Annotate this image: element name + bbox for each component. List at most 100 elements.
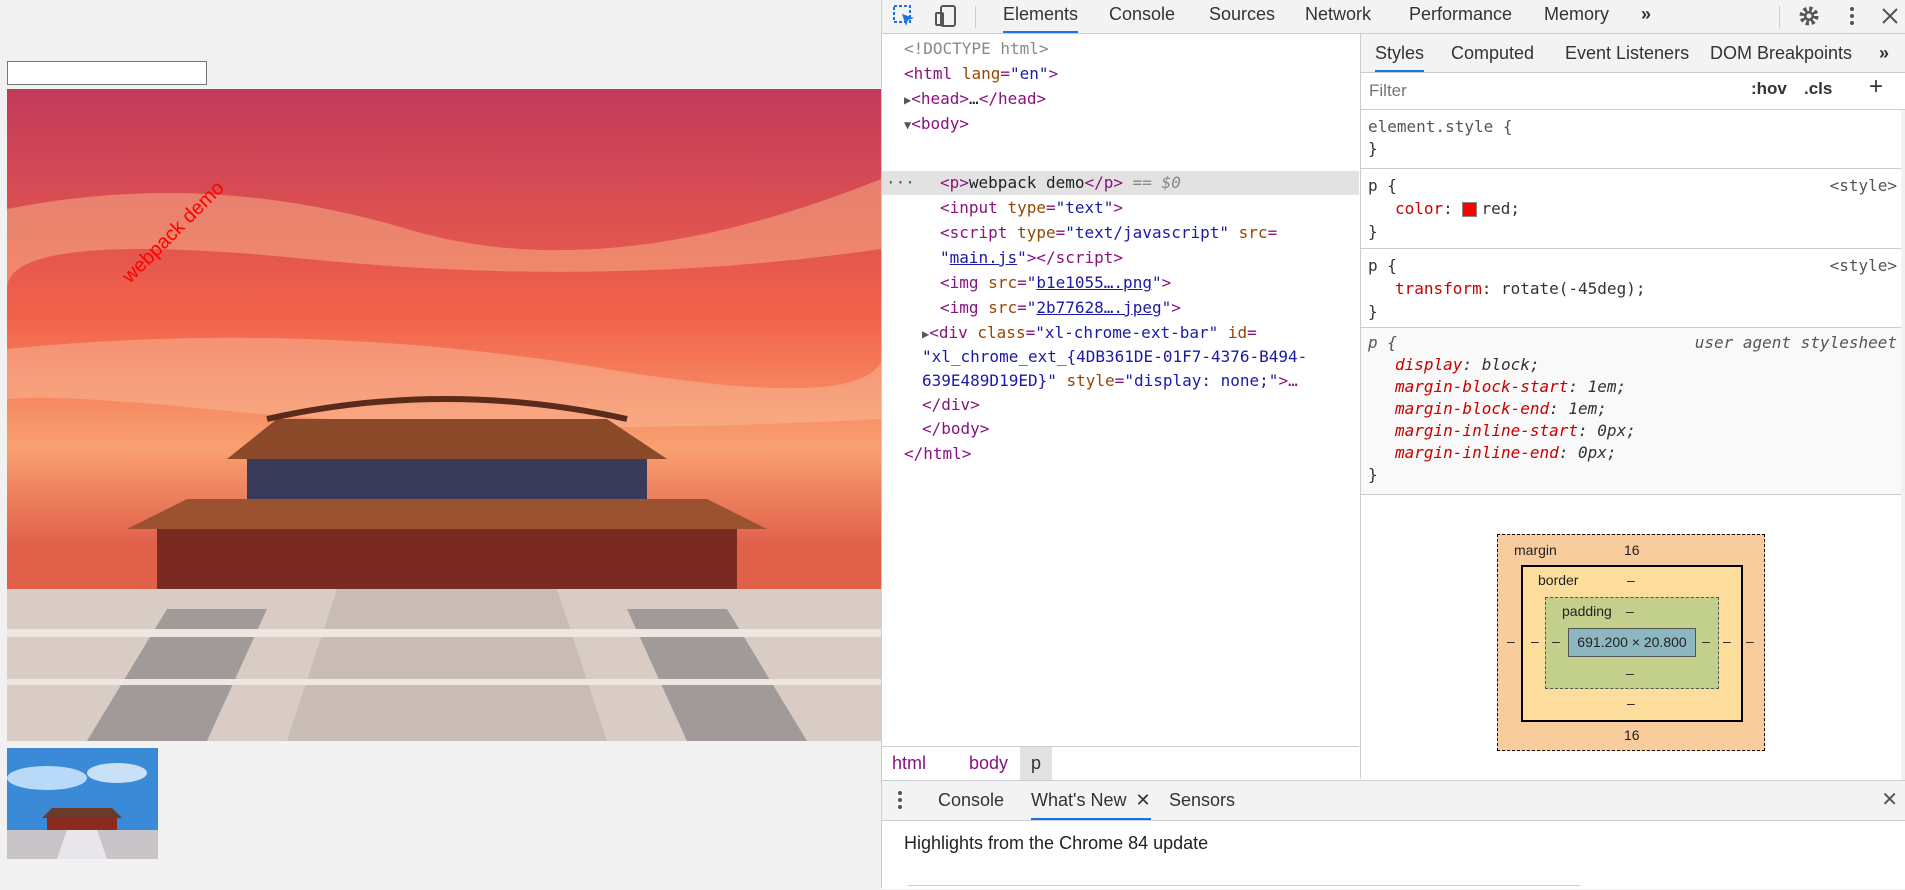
drawer-tab-sensors[interactable]: Sensors bbox=[1169, 781, 1235, 820]
border-top-value[interactable]: – bbox=[1627, 572, 1635, 588]
page-viewport: webpack demo bbox=[0, 0, 881, 888]
input-node[interactable]: <input type="text"> bbox=[940, 196, 1123, 220]
drawer-tab-console[interactable]: Console bbox=[938, 781, 1004, 820]
tab-styles[interactable]: Styles bbox=[1375, 34, 1425, 72]
div-id-value-2: 639E489D19ED}" bbox=[922, 371, 1057, 390]
doctype-node[interactable]: <!DOCTYPE html> bbox=[904, 37, 1049, 61]
box-model-padding[interactable]: padding – – – – 691.200 × 20.800 bbox=[1545, 597, 1719, 689]
styles-scrollbar[interactable] bbox=[1901, 110, 1905, 780]
tab-sources[interactable]: Sources bbox=[1209, 0, 1275, 33]
element-style-close: } bbox=[1368, 139, 1378, 158]
device-toolbar-icon[interactable] bbox=[934, 4, 958, 28]
tab-dom-breakpoints[interactable]: DOM Breakpoints bbox=[1710, 34, 1852, 72]
input-type-value: "text" bbox=[1055, 198, 1114, 217]
div-close-tag[interactable]: </div> bbox=[922, 393, 980, 417]
div-id-value: "xl_chrome_ext_{4DB361DE-01F7-4376-B494- bbox=[922, 347, 1308, 366]
script-src-attr: src bbox=[1238, 223, 1268, 242]
script-node-cont[interactable]: "main.js"></script> bbox=[940, 246, 1123, 270]
img2-src-link[interactable]: 2b77628….jpeg bbox=[1036, 298, 1161, 317]
tab-elements[interactable]: Elements bbox=[1003, 0, 1079, 33]
p-node-text: webpack demo bbox=[968, 173, 1085, 192]
inspect-element-icon[interactable] bbox=[892, 4, 916, 28]
head-node[interactable]: ▶<head>…</head> bbox=[904, 87, 1046, 111]
toolbar-divider bbox=[975, 6, 976, 28]
kebab-menu-icon[interactable] bbox=[1840, 4, 1864, 28]
p-node[interactable]: <p>webpack demo</p> == $0 bbox=[940, 171, 1181, 195]
html-node[interactable]: <html lang="en"> bbox=[904, 62, 1058, 86]
transform-declaration[interactable]: transform: rotate(-45deg); bbox=[1395, 278, 1645, 300]
box-model-margin[interactable]: margin 16 16 – – border – – – – padding … bbox=[1497, 534, 1765, 751]
padding-left-value[interactable]: – bbox=[1552, 633, 1560, 649]
more-style-tabs-icon[interactable]: » bbox=[1879, 34, 1889, 72]
text-input[interactable] bbox=[7, 61, 207, 85]
tab-computed[interactable]: Computed bbox=[1451, 34, 1534, 72]
devtools-panel: Elements Console Sources Network Perform… bbox=[881, 0, 1905, 889]
border-label: border bbox=[1538, 572, 1579, 588]
box-model-content[interactable]: 691.200 × 20.800 bbox=[1568, 628, 1696, 657]
box-model-border[interactable]: border – – – – padding – – – – 691.200 ×… bbox=[1521, 565, 1743, 722]
tab-memory[interactable]: Memory bbox=[1544, 0, 1609, 33]
padding-right-value[interactable]: – bbox=[1702, 633, 1710, 649]
main-js-link[interactable]: main.js bbox=[950, 248, 1017, 267]
margin-right-value[interactable]: – bbox=[1746, 633, 1754, 649]
close-devtools-icon[interactable] bbox=[1878, 4, 1902, 28]
head-tag-name: head bbox=[920, 89, 960, 108]
script-node[interactable]: <script type="text/javascript" src= bbox=[940, 221, 1277, 245]
add-rule-icon[interactable]: + bbox=[1869, 73, 1883, 101]
padding-bottom-value[interactable]: – bbox=[1626, 665, 1634, 681]
hov-toggle[interactable]: :hov bbox=[1751, 79, 1787, 99]
body-close-tag[interactable]: </body> bbox=[922, 417, 989, 441]
p-transform-rule: p { <style> transform: rotate(-45deg); } bbox=[1361, 249, 1905, 328]
tab-performance[interactable]: Performance bbox=[1409, 0, 1512, 33]
ua-declaration: margin-inline-end: 0px; bbox=[1395, 443, 1617, 462]
breadcrumb-body[interactable]: body bbox=[969, 747, 1008, 780]
ua-declaration: display: block; bbox=[1395, 355, 1540, 374]
p-transform-selector[interactable]: p { bbox=[1368, 255, 1397, 277]
breadcrumb-p[interactable]: p bbox=[1020, 747, 1052, 780]
red-color-swatch[interactable] bbox=[1462, 202, 1478, 217]
styles-pane: Styles Computed Event Listeners DOM Brea… bbox=[1360, 34, 1905, 780]
div-node-cont[interactable]: 639E489D19ED}" style="display: none;">… bbox=[922, 369, 1298, 393]
settings-gear-icon[interactable] bbox=[1797, 4, 1821, 28]
styles-filter-input[interactable] bbox=[1367, 77, 1741, 105]
margin-label: margin bbox=[1514, 542, 1557, 558]
html-close-tag[interactable]: </html> bbox=[904, 442, 971, 466]
color-declaration[interactable]: color: red; bbox=[1395, 198, 1520, 220]
node-actions-icon[interactable]: ··· bbox=[886, 171, 915, 195]
padding-top-value[interactable]: – bbox=[1626, 603, 1634, 619]
color-value: red; bbox=[1481, 199, 1520, 218]
border-left-value[interactable]: – bbox=[1531, 633, 1539, 649]
tab-console[interactable]: Console bbox=[1109, 0, 1175, 33]
p-color-source[interactable]: <style> bbox=[1830, 175, 1897, 197]
ua-declaration: margin-block-start: 1em; bbox=[1395, 377, 1627, 396]
drawer-menu-icon[interactable] bbox=[896, 789, 904, 816]
margin-top-value[interactable]: 16 bbox=[1624, 542, 1640, 558]
p-transform-source[interactable]: <style> bbox=[1830, 255, 1897, 277]
ua-declaration: margin-block-end: 1em; bbox=[1395, 399, 1607, 418]
drawer-tab-whats-new[interactable]: What's New ✕ bbox=[1031, 781, 1151, 820]
body-node[interactable]: ▼<body> bbox=[904, 112, 969, 136]
close-tab-icon[interactable]: ✕ bbox=[1135, 790, 1150, 810]
close-drawer-icon[interactable]: ✕ bbox=[1881, 787, 1898, 812]
ua-source: user agent stylesheet bbox=[1694, 333, 1897, 352]
img1-src-link[interactable]: b1e1055….png bbox=[1036, 273, 1152, 292]
transform-value: rotate(-45deg); bbox=[1500, 279, 1646, 298]
tab-event-listeners[interactable]: Event Listeners bbox=[1565, 34, 1689, 72]
img2-node[interactable]: <img src="2b77628….jpeg"> bbox=[940, 296, 1181, 320]
element-style-selector[interactable]: element.style { bbox=[1368, 116, 1513, 138]
border-bottom-value[interactable]: – bbox=[1627, 695, 1635, 711]
html-tag-name: html bbox=[913, 64, 953, 83]
div-node[interactable]: ▶<div class="xl-chrome-ext-bar" id= bbox=[922, 321, 1257, 345]
palace-thumbnail-image bbox=[7, 748, 158, 859]
margin-left-value[interactable]: – bbox=[1507, 633, 1515, 649]
breadcrumb-html[interactable]: html bbox=[892, 747, 926, 780]
img1-node[interactable]: <img src="b1e1055….png"> bbox=[940, 271, 1171, 295]
tab-network[interactable]: Network bbox=[1305, 0, 1371, 33]
border-right-value[interactable]: – bbox=[1723, 633, 1731, 649]
devtools-drawer: Console What's New ✕ Sensors ✕ Highlight… bbox=[882, 780, 1905, 889]
margin-bottom-value[interactable]: 16 bbox=[1624, 727, 1640, 743]
more-tabs-icon[interactable]: » bbox=[1641, 0, 1651, 33]
p-color-selector[interactable]: p { bbox=[1368, 175, 1397, 197]
cls-toggle[interactable]: .cls bbox=[1804, 79, 1832, 99]
padding-label: padding bbox=[1562, 603, 1612, 619]
